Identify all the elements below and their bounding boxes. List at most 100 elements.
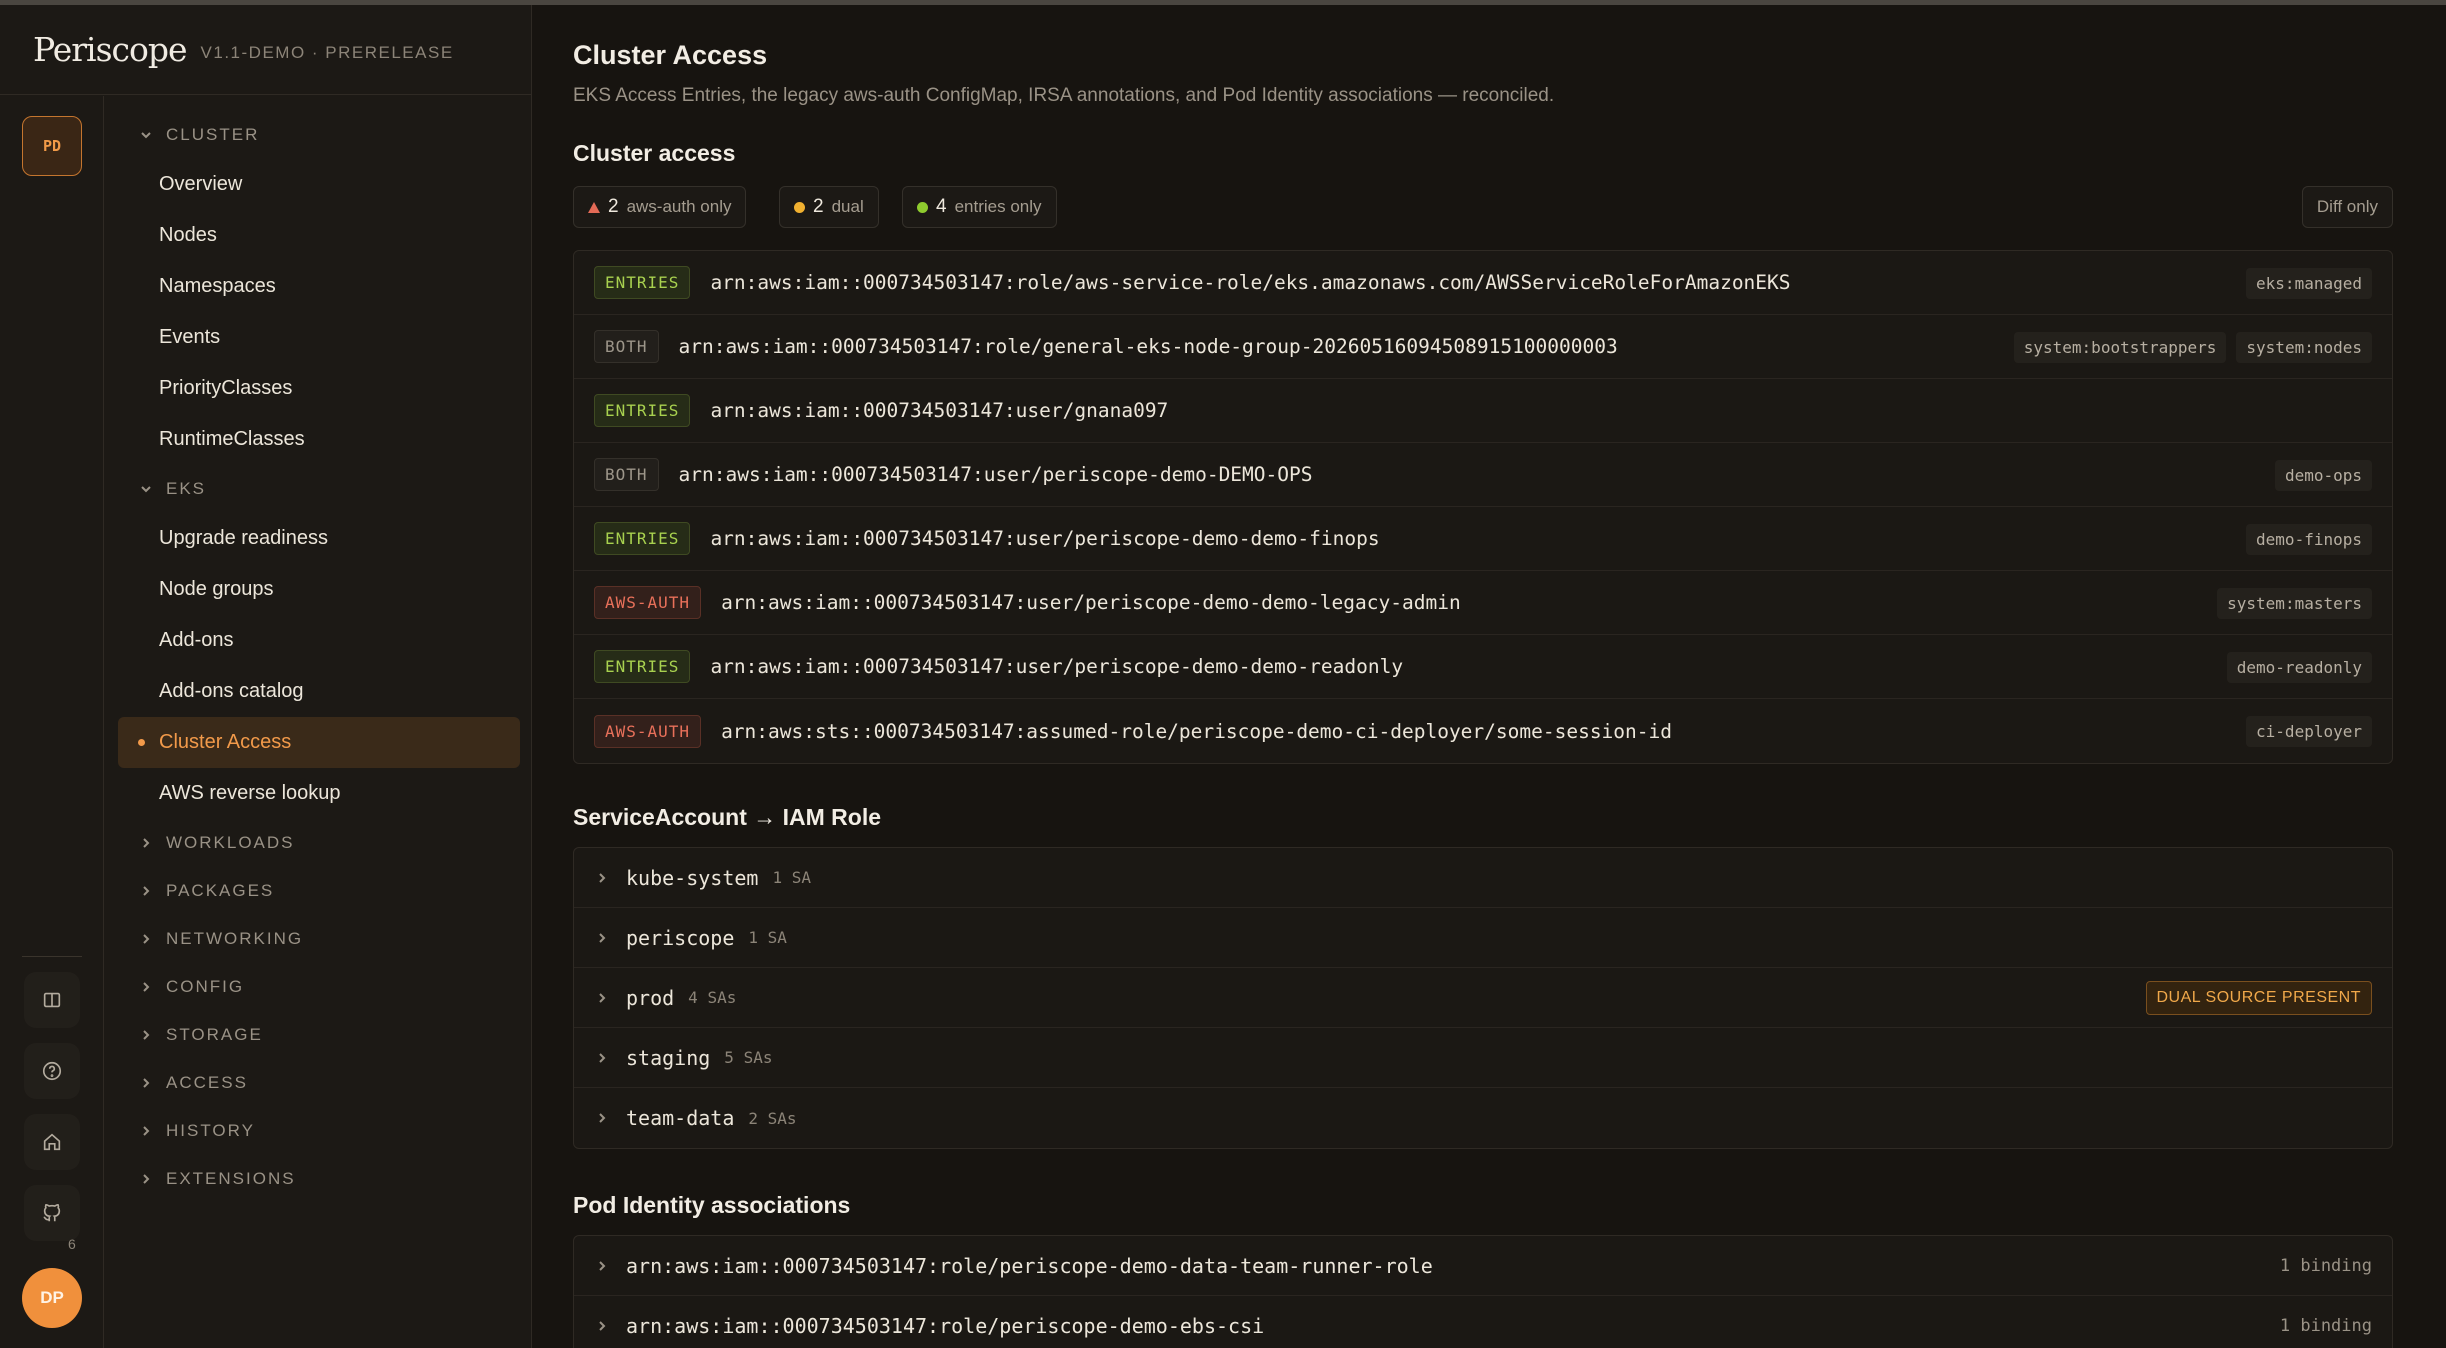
help-button[interactable] (24, 1043, 80, 1099)
nav-item-aws-reverse-lookup[interactable]: AWS reverse lookup (118, 768, 520, 819)
status-dot-icon (917, 201, 928, 213)
nav-item-add-ons[interactable]: Add-ons (118, 615, 520, 666)
cluster-access-title: Cluster access (573, 140, 736, 166)
home-button[interactable] (24, 1114, 80, 1170)
sa-count: 2 SAs (748, 1108, 797, 1128)
filter-aws-auth-only[interactable]: 2 aws-auth only (573, 186, 747, 228)
nav-item-namespaces[interactable]: Namespaces (118, 261, 520, 312)
nav-section-storage[interactable]: STORAGE (118, 1011, 520, 1059)
group-tag: demo-ops (2274, 459, 2372, 491)
table-row[interactable]: ENTRIES arn:aws:iam::000734503147:user/p… (574, 507, 2392, 571)
pod-identity-row[interactable]: arn:aws:iam::000734503147:role/periscope… (574, 1236, 2392, 1296)
chevron-right-icon (599, 1052, 606, 1063)
chevron-right-icon (143, 1174, 150, 1184)
namespace-name: staging (626, 1045, 711, 1070)
nav-item-overview[interactable]: Overview (118, 159, 520, 210)
sa-count: 1 SA (748, 928, 787, 947)
nav-section-label: STORAGE (166, 1025, 263, 1044)
chevron-right-icon (143, 982, 150, 992)
chevron-right-icon (143, 838, 150, 848)
panel-toggle-button[interactable] (24, 972, 80, 1028)
principal-arn: arn:aws:iam::000734503147:user/periscope… (710, 655, 1404, 678)
book-icon (43, 992, 61, 1008)
nav-section-extensions[interactable]: EXTENSIONS (118, 1155, 520, 1203)
page-title: Cluster Access (573, 40, 768, 70)
table-row[interactable]: BOTH arn:aws:iam::000734503147:user/peri… (574, 443, 2392, 507)
namespace-name: periscope (626, 925, 735, 950)
nav-section-workloads[interactable]: WORKLOADS (118, 819, 520, 867)
nav-item-upgrade-readiness[interactable]: Upgrade readiness (118, 513, 520, 564)
filter-count: 4 (936, 196, 947, 217)
filter-label: entries only (954, 197, 1042, 216)
nav-item-nodes[interactable]: Nodes (118, 210, 520, 261)
brand-name[interactable]: Periscope (33, 30, 188, 69)
filter-entries-only[interactable]: 4 entries only (902, 186, 1057, 228)
nav-section-networking[interactable]: NETWORKING (118, 915, 520, 963)
service-account-list: kube-system 1 SA periscope 1 SA prod 4 S… (573, 847, 2393, 1149)
nav-section-label: CONFIG (166, 977, 245, 996)
chevron-right-icon (599, 1321, 606, 1331)
group-tag: system:bootstrappers (2013, 331, 2227, 363)
table-row[interactable]: ENTRIES arn:aws:iam::000734503147:user/p… (574, 635, 2392, 699)
nav-item-node-groups[interactable]: Node groups (118, 564, 520, 615)
nav-section-cluster[interactable]: CLUSTER (118, 111, 520, 159)
filter-label: aws-auth only (626, 197, 732, 216)
chevron-right-icon (143, 1078, 150, 1088)
nav-section-label: CLUSTER (166, 125, 260, 144)
group-tag: demo-readonly (2226, 651, 2372, 683)
namespace-row[interactable]: staging 5 SAs (574, 1028, 2392, 1088)
nav-section-packages[interactable]: PACKAGES (118, 867, 520, 915)
chevron-down-icon (141, 132, 151, 139)
nav-item-runtimeclasses[interactable]: RuntimeClasses (118, 414, 520, 465)
nav-section-access[interactable]: ACCESS (118, 1059, 520, 1107)
principal-arn: arn:aws:iam::000734503147:role/general-e… (678, 335, 1618, 358)
namespace-row[interactable]: prod 4 SAs DUAL SOURCE PRESENT (574, 968, 2392, 1028)
sa-count: 4 SAs (688, 988, 737, 1007)
pod-identity-title: Pod Identity associations (573, 1192, 851, 1218)
brand-version: V1.1-DEMO · PRERELEASE (200, 42, 454, 62)
github-count: 6 (68, 1236, 76, 1252)
sidebar: Periscope V1.1-DEMO · PRERELEASE PD 6 DP… (0, 5, 532, 1348)
group-tag: system:nodes (2236, 331, 2372, 363)
namespace-row[interactable]: periscope 1 SA (574, 908, 2392, 968)
github-button[interactable] (24, 1185, 80, 1241)
pod-identity-row[interactable]: arn:aws:iam::000734503147:role/periscope… (574, 1296, 2392, 1348)
nav-item-priorityclasses[interactable]: PriorityClasses (118, 363, 520, 414)
nav-section-label: NETWORKING (166, 929, 304, 948)
namespace-name: team-data (626, 1106, 735, 1130)
status-dot-icon (794, 201, 805, 213)
chevron-right-icon (143, 1126, 150, 1136)
nav-section-label: ACCESS (166, 1073, 248, 1092)
workspace-badge[interactable]: PD (22, 116, 82, 176)
nav-section-config[interactable]: CONFIG (118, 963, 520, 1011)
table-row[interactable]: BOTH arn:aws:iam::000734503147:role/gene… (574, 315, 2392, 379)
sidebar-nav: CLUSTER Overview Nodes Namespaces Events… (118, 96, 520, 1203)
chevron-right-icon (143, 1030, 150, 1040)
user-avatar[interactable]: DP (22, 1268, 82, 1328)
nav-item-add-ons-catalog[interactable]: Add-ons catalog (118, 666, 520, 717)
filter-count: 2 (608, 196, 619, 217)
binding-count: 1 binding (2279, 1256, 2372, 1276)
group-tag: demo-finops (2246, 523, 2372, 555)
table-row[interactable]: ENTRIES arn:aws:iam::000734503147:role/a… (574, 251, 2392, 315)
chevron-right-icon (599, 1260, 606, 1271)
namespace-row[interactable]: team-data 2 SAs (574, 1088, 2392, 1148)
table-row[interactable]: AWS-AUTH arn:aws:sts::000734503147:assum… (574, 699, 2392, 763)
icon-rail: PD 6 DP (0, 96, 104, 1348)
dual-source-badge: DUAL SOURCE PRESENT (2145, 981, 2372, 1015)
diff-only-toggle[interactable]: Diff only (2301, 186, 2393, 228)
namespace-row[interactable]: kube-system 1 SA (574, 848, 2392, 908)
source-badge: ENTRIES (594, 266, 691, 299)
namespace-name: prod (626, 985, 675, 1010)
nav-section-eks[interactable]: EKS (118, 465, 520, 513)
table-row[interactable]: AWS-AUTH arn:aws:iam::000734503147:user/… (574, 571, 2392, 635)
nav-item-cluster-access[interactable]: Cluster Access (118, 717, 520, 768)
filter-dual[interactable]: 2 dual (779, 186, 879, 228)
nav-section-label: HISTORY (166, 1121, 255, 1140)
nav-item-events[interactable]: Events (118, 312, 520, 363)
nav-section-history[interactable]: HISTORY (118, 1107, 520, 1155)
source-badge: ENTRIES (594, 650, 691, 683)
table-row[interactable]: ENTRIES arn:aws:iam::000734503147:user/g… (574, 379, 2392, 443)
group-tag: ci-deployer (2246, 715, 2372, 747)
chevron-right-icon (599, 1113, 606, 1123)
